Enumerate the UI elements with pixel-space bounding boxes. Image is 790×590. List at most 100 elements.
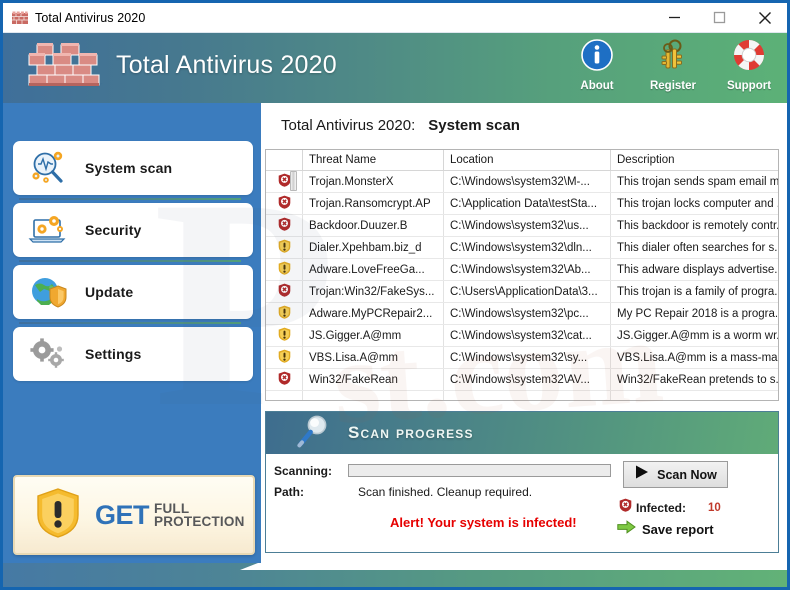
cell-location: C:\Windows\system32\sy... [443, 346, 611, 369]
get-full-protection-banner[interactable]: GET FULL PROTECTION [13, 475, 255, 555]
sidebar-item-system-scan[interactable]: System scan [13, 141, 253, 195]
page-title-section: System scan [428, 117, 520, 134]
scan-progress-panel: Scan progress Scanning: Path: Scan finis… [265, 411, 779, 553]
antivirus-window: Total Antivirus 2020 Total Antivirus 202… [0, 0, 790, 590]
play-icon [634, 464, 650, 485]
cell-threat-name: Win32/FakeRean [302, 368, 444, 391]
register-label: Register [649, 80, 697, 92]
column-header-icon[interactable] [266, 150, 303, 171]
cell-threat-name: JS.Gigger.A@mm [302, 324, 444, 347]
warning-shield-icon [266, 258, 303, 281]
column-header-threat-name[interactable]: Threat Name [302, 150, 444, 171]
cell-threat-name: Trojan:Win32/FakeSys... [302, 280, 444, 303]
sidebar-divider [19, 260, 241, 262]
table-row[interactable]: JS.Gigger.A@mm C:\Windows\system32\cat...… [266, 324, 778, 347]
promo-get-label: GET [95, 499, 150, 530]
sidebar-item-update[interactable]: Update [13, 265, 253, 319]
column-header-description[interactable]: Description [610, 150, 778, 171]
maximize-icon[interactable] [697, 3, 742, 33]
about-label: About [580, 80, 614, 92]
threat-table-container[interactable]: Threat Name Location Description Trojan.… [265, 149, 779, 401]
scan-now-button[interactable]: Scan Now [623, 461, 728, 488]
cell-location: C:\Windows\system32\M-... [443, 170, 611, 193]
laptop-gears-icon [27, 210, 71, 250]
cell-threat-name: Trojan.Ransomcrypt.AP [302, 192, 444, 215]
header-actions: About Register Support [569, 37, 777, 92]
sidebar-divider [19, 322, 241, 324]
cell-empty [266, 390, 303, 400]
magnifier-gears-icon [27, 148, 71, 188]
threat-table: Threat Name Location Description Trojan.… [266, 150, 778, 400]
cell-threat-name: Adware.LoveFreeGa... [302, 258, 444, 281]
scan-progress-body: Scanning: Path: Scan finished. Cleanup r… [266, 454, 778, 552]
sidebar-item-label: Settings [85, 346, 142, 362]
window-title: Total Antivirus 2020 [35, 10, 146, 25]
threat-table-body: Trojan.MonsterX C:\Windows\system32\M-...… [266, 170, 778, 400]
main-content: Total Antivirus 2020: System scan Threat … [261, 103, 787, 587]
brick-wall-icon [12, 11, 28, 25]
cell-location: C:\Windows\system32\cat... [443, 324, 611, 347]
promo-line2: PROTECTION [154, 514, 245, 529]
sidebar-item-security[interactable]: Security [13, 203, 253, 257]
table-header-row: Threat Name Location Description [266, 150, 778, 171]
table-row[interactable]: Dialer.Xpehbam.biz_d C:\Windows\system32\… [266, 236, 778, 259]
threat-shield-icon [266, 368, 303, 391]
threat-shield-icon [266, 280, 303, 303]
title-bar: Total Antivirus 2020 [3, 3, 787, 33]
info-icon [579, 37, 615, 78]
keys-icon [655, 37, 691, 78]
threat-shield-icon [619, 498, 632, 517]
about-button[interactable]: About [569, 37, 625, 92]
table-row[interactable]: Adware.LoveFreeGa... C:\Windows\system32\… [266, 258, 778, 281]
sidebar-item-label: Security [85, 222, 142, 238]
warning-shield-icon [266, 236, 303, 259]
table-row-empty[interactable] [266, 390, 778, 400]
scan-progress-bar [348, 464, 611, 477]
scan-now-label: Scan Now [657, 467, 717, 482]
sidebar: System scan Security Update Settings GET… [3, 103, 261, 587]
save-report-button[interactable]: Save report [617, 520, 714, 539]
row-scroll-handle[interactable] [290, 171, 297, 191]
support-label: Support [726, 80, 772, 92]
close-icon[interactable] [742, 3, 787, 33]
column-header-location[interactable]: Location [443, 150, 611, 171]
gears-icon [27, 334, 71, 374]
scan-progress-title: Scan progress [348, 423, 474, 442]
cell-description: This adware displays advertise... [610, 258, 778, 281]
cell-empty [610, 390, 778, 400]
green-arrow-icon [617, 520, 636, 539]
cell-empty [443, 390, 611, 400]
cell-location: C:\Windows\system32\pc... [443, 302, 611, 325]
cell-description: This trojan is a family of progra... [610, 280, 778, 303]
cell-location: C:\Windows\system32\AV... [443, 368, 611, 391]
cell-location: C:\Users\ApplicationData\3... [443, 280, 611, 303]
threat-shield-icon [266, 170, 303, 193]
window-controls [652, 3, 787, 33]
infection-alert: Alert! Your system is infected! [390, 515, 577, 530]
brick-wall-logo [17, 39, 107, 103]
cell-threat-name: Backdoor.Duuzer.B [302, 214, 444, 237]
infected-count: 10 [708, 501, 721, 514]
main-panel: Total Antivirus 2020: System scan Threat … [261, 103, 787, 561]
table-row[interactable]: Trojan:Win32/FakeSys... C:\Users\Applicat… [266, 280, 778, 303]
cell-description: VBS.Lisa.A@mm is a mass-mai... [610, 346, 778, 369]
cell-description: This trojan sends spam email m... [610, 170, 778, 193]
cell-threat-name: Trojan.MonsterX [302, 170, 444, 193]
sidebar-item-settings[interactable]: Settings [13, 327, 253, 381]
sidebar-divider [19, 198, 241, 200]
life-ring-icon [731, 37, 767, 78]
warning-shield-icon [266, 346, 303, 369]
minimize-icon[interactable] [652, 3, 697, 33]
table-row[interactable]: Backdoor.Duuzer.B C:\Windows\system32\us.… [266, 214, 778, 237]
warning-shield-icon [35, 487, 81, 544]
globe-shield-icon [27, 272, 71, 312]
register-button[interactable]: Register [645, 37, 701, 92]
cell-threat-name: VBS.Lisa.A@mm [302, 346, 444, 369]
table-row[interactable]: Trojan.MonsterX C:\Windows\system32\M-...… [266, 170, 778, 193]
page-title-prefix: Total Antivirus 2020: [281, 117, 416, 134]
table-row[interactable]: Win32/FakeRean C:\Windows\system32\AV... W… [266, 368, 778, 391]
table-row[interactable]: VBS.Lisa.A@mm C:\Windows\system32\sy... VB… [266, 346, 778, 369]
support-button[interactable]: Support [721, 37, 777, 92]
table-row[interactable]: Adware.MyPCRepair2... C:\Windows\system32… [266, 302, 778, 325]
table-row[interactable]: Trojan.Ransomcrypt.AP C:\Application Data… [266, 192, 778, 215]
